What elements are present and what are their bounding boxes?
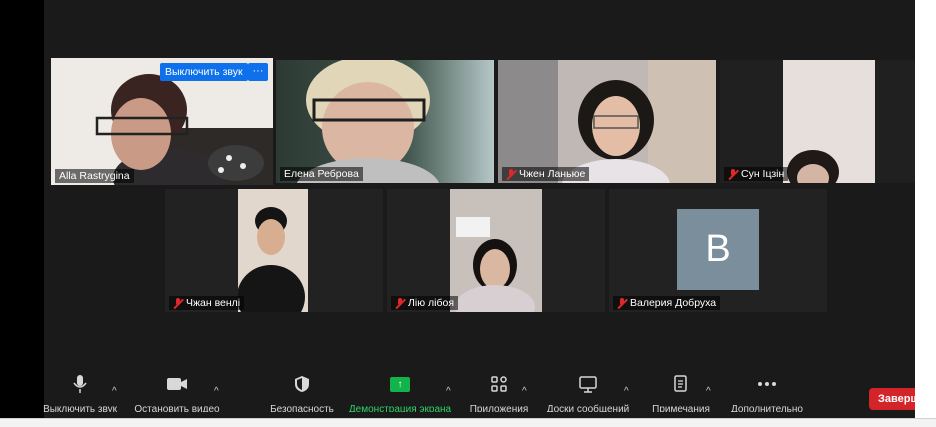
notes-options-caret[interactable]: ^	[706, 386, 711, 397]
mic-muted-icon	[728, 168, 738, 180]
notes-icon	[674, 375, 687, 392]
unmute-participant-button[interactable]: Выключить звук	[160, 63, 248, 81]
whiteboards-button[interactable]: Доски сообщений	[542, 372, 634, 412]
video-camera-icon	[167, 378, 187, 390]
participant-name: Елена Реброва	[280, 167, 363, 181]
mute-options-caret[interactable]: ^	[112, 386, 117, 397]
mic-muted-icon	[506, 168, 516, 180]
share-screen-button[interactable]: ↑ Демонстрация экрана	[344, 372, 456, 412]
mic-muted-icon	[617, 297, 627, 309]
participant-name: Alla Rastrygina	[55, 169, 134, 183]
end-meeting-button[interactable]: Заверш	[869, 388, 915, 410]
share-screen-icon: ↑	[390, 376, 410, 392]
participant-name: Чжен Ланьюе	[502, 167, 590, 181]
apps-options-caret[interactable]: ^	[522, 386, 527, 397]
video-options-caret[interactable]: ^	[214, 386, 219, 397]
right-margin	[915, 0, 936, 418]
whiteboard-options-caret[interactable]: ^	[624, 386, 629, 397]
participant-name: Чжан венлі	[169, 296, 245, 310]
participant-name: Лію лібоя	[391, 296, 459, 310]
participant-tile-zhang[interactable]: Чжан венлі	[165, 189, 383, 312]
whiteboard-icon	[579, 376, 597, 393]
video-button[interactable]: Остановить видео	[132, 372, 222, 412]
avatar: B	[677, 209, 759, 290]
participant-video-zhang	[238, 189, 308, 312]
participant-tile-elena[interactable]: Елена Реброва	[276, 60, 494, 183]
mic-muted-icon	[173, 297, 183, 309]
participant-video-sun	[783, 60, 875, 183]
meeting-toolbar: Выключить звук ^ Остановить видео ^ Безо…	[43, 372, 915, 418]
participant-tile-liyu[interactable]: Лію лібоя	[387, 189, 605, 312]
participant-tile-zheng[interactable]: Чжен Ланьюе	[498, 60, 716, 183]
apps-icon	[491, 376, 507, 392]
participant-video-elena	[276, 60, 494, 183]
more-dots-icon	[758, 382, 776, 386]
participant-name: Валерия Добруха	[613, 296, 721, 310]
more-button[interactable]: Дополнительно	[726, 372, 808, 412]
participant-more-button[interactable]: ···	[248, 63, 268, 81]
microphone-icon	[73, 375, 87, 393]
participant-tile-sun[interactable]: Сун Іцзін	[720, 60, 915, 183]
mic-muted-icon	[395, 297, 405, 309]
security-button[interactable]: Безопасность	[264, 372, 340, 412]
left-black-bar	[0, 0, 44, 418]
shield-icon	[295, 376, 309, 392]
mute-button[interactable]: Выключить звук	[43, 372, 117, 412]
share-options-caret[interactable]: ^	[446, 386, 451, 397]
participant-name: Сун Іцзін	[724, 167, 789, 181]
participant-video-zheng	[498, 60, 716, 183]
participant-video-liyu	[450, 189, 542, 312]
